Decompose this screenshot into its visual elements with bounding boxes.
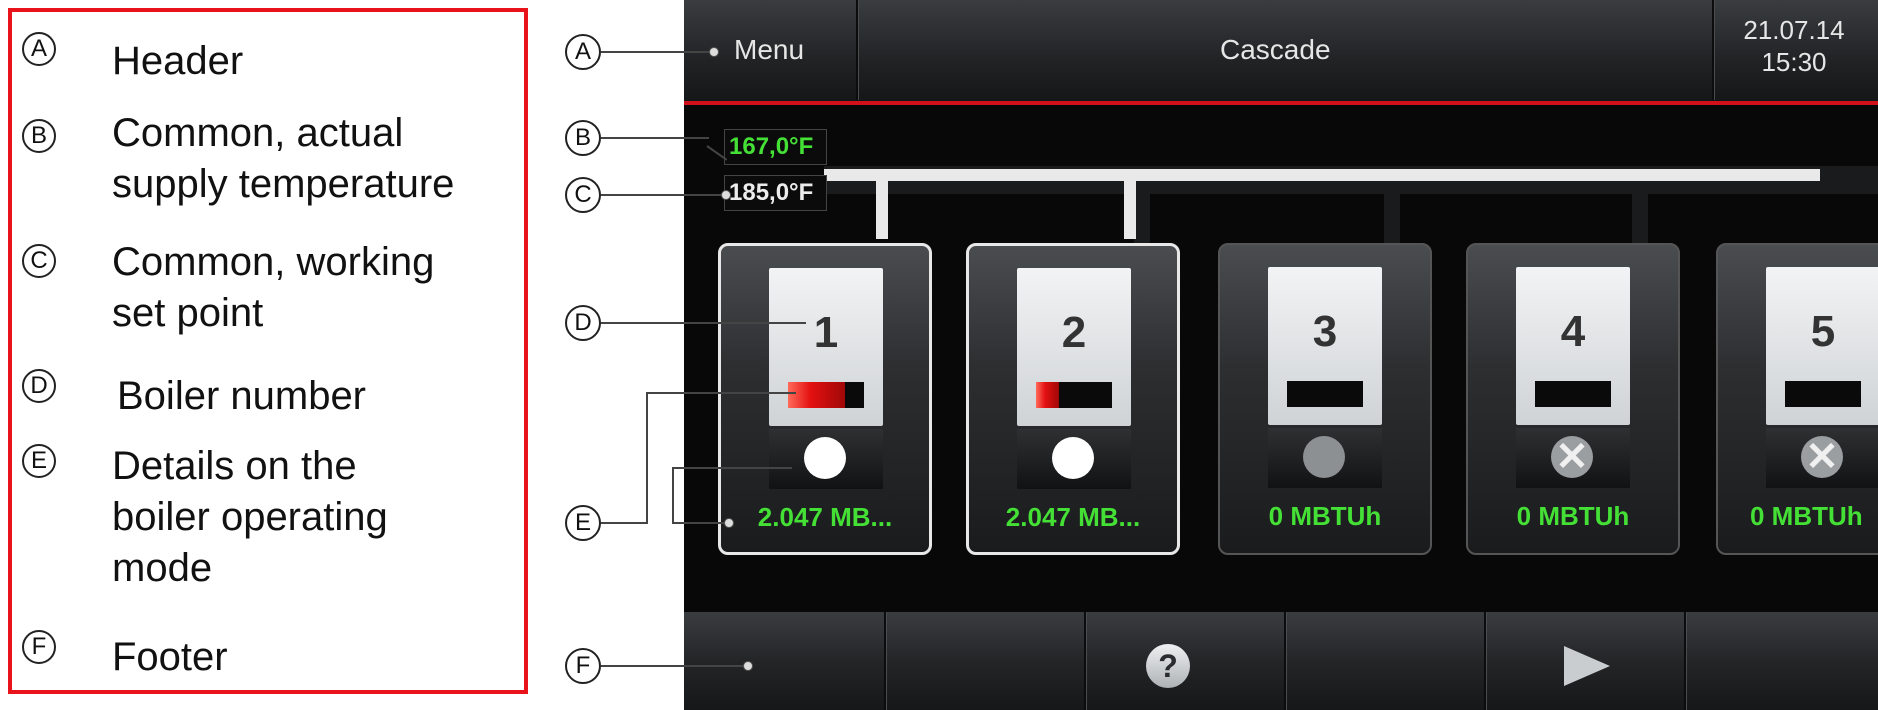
date-time[interactable]: 21.07.14 15:30 xyxy=(1734,14,1854,78)
boiler-power: 0 MBTUh xyxy=(1750,501,1863,531)
callout-leader-d xyxy=(601,322,806,324)
boiler-panel: 5 xyxy=(1766,267,1878,425)
page-title: Cascade xyxy=(1220,34,1331,65)
legend-text-footer: Footer xyxy=(112,635,228,679)
callout-leader-e xyxy=(646,392,648,524)
supply-pipe xyxy=(824,169,1820,181)
callout-b: B xyxy=(565,120,601,156)
callout-anchor-a xyxy=(709,47,719,57)
callout-leader-a xyxy=(601,51,713,53)
legend-marker-b: B xyxy=(22,119,56,153)
help-icon[interactable]: ? xyxy=(1146,644,1190,688)
boiler-power: 0 MBTUh xyxy=(1516,501,1630,531)
callout-leader-e xyxy=(672,467,674,522)
boiler-card-2[interactable]: 2 2.047 MB... xyxy=(966,243,1180,555)
flame-bar xyxy=(788,382,864,408)
working-set-point: 185,0°F xyxy=(724,175,827,211)
legend-text-boiler-number: Boiler number xyxy=(117,374,367,418)
footer-divider xyxy=(1684,612,1687,710)
boiler-power: 0 MBTUh xyxy=(1268,501,1382,531)
status-area xyxy=(1268,428,1382,488)
boiler-number: 3 xyxy=(1312,307,1338,356)
boiler-card-5[interactable]: 5 ✕ 0 MBTUh xyxy=(1716,243,1878,555)
boiler-number: 2 xyxy=(1061,308,1087,357)
footer-divider xyxy=(1284,612,1287,710)
status-area: ✕ xyxy=(1516,428,1630,488)
play-icon[interactable] xyxy=(1564,646,1610,686)
boiler-number: 5 xyxy=(1810,307,1836,356)
status-on-icon xyxy=(1052,437,1094,479)
disabled-x-icon: ✕ xyxy=(1801,436,1843,478)
status-area xyxy=(1017,429,1131,489)
callout-leader-c xyxy=(601,194,725,196)
boiler-power: 2.047 MB... xyxy=(1005,502,1141,532)
footer-divider xyxy=(884,612,887,710)
supply-pipe-riser xyxy=(876,169,888,239)
boiler-panel: 3 xyxy=(1268,267,1382,425)
flame-level xyxy=(1036,382,1059,408)
callout-a: A xyxy=(565,34,601,70)
header-bar: Menu Cascade 21.07.14 15:30 xyxy=(684,0,1878,103)
boiler-card-1[interactable]: 1 2.047 MB... xyxy=(718,243,932,555)
device-screen: Menu Cascade 21.07.14 15:30 167,0°F 185,… xyxy=(684,0,1878,710)
legend-text-set-point: Common, working set point xyxy=(112,240,435,335)
legend-marker-a: A xyxy=(22,32,56,66)
callout-anchor-e xyxy=(724,518,734,528)
legend-text-operating-mode: Details on the boiler operating mode xyxy=(112,444,388,590)
legend-marker-e: E xyxy=(22,444,56,478)
flame-bar xyxy=(1785,381,1861,407)
boiler-panel: 2 xyxy=(1017,268,1131,426)
callout-leader-b xyxy=(601,137,709,139)
legend-text-header: Header xyxy=(112,39,244,83)
legend-box: A Header B Common, actual supply tempera… xyxy=(8,8,528,694)
callout-leader-f xyxy=(601,665,747,667)
boiler-power: 2.047 MB... xyxy=(757,502,893,532)
legend-marker-c: C xyxy=(22,244,56,278)
status-off-icon xyxy=(1303,436,1345,478)
header-accent-line xyxy=(684,101,1878,105)
flame-bar xyxy=(1535,381,1611,407)
callout-f: F xyxy=(565,648,601,684)
callout-d: D xyxy=(565,305,601,341)
footer-divider xyxy=(1084,612,1087,710)
flame-level xyxy=(788,382,845,408)
boiler-card-4[interactable]: 4 ✕ 0 MBTUh xyxy=(1466,243,1680,555)
actual-supply-temp: 167,0°F xyxy=(724,129,827,165)
callout-anchor-f xyxy=(743,661,753,671)
header-divider xyxy=(1712,0,1715,100)
callout-leader-e xyxy=(672,467,792,469)
callout-leader-e xyxy=(672,522,728,524)
header-divider xyxy=(856,0,859,100)
status-area xyxy=(769,429,883,489)
menu-button[interactable]: Menu xyxy=(734,34,804,66)
callout-leader-e xyxy=(601,522,647,524)
boiler-panel: 1 xyxy=(769,268,883,426)
flame-bar xyxy=(1036,382,1112,408)
status-area: ✕ xyxy=(1766,428,1878,488)
callout-c: C xyxy=(565,177,601,213)
boiler-number: 4 xyxy=(1560,307,1586,356)
footer-bar: ? xyxy=(684,612,1878,710)
flame-bar xyxy=(1287,381,1363,407)
legend-marker-d: D xyxy=(22,369,56,403)
callout-e: E xyxy=(565,505,601,541)
boiler-panel: 4 xyxy=(1516,267,1630,425)
boiler-number: 1 xyxy=(813,308,839,357)
disabled-x-icon: ✕ xyxy=(1551,436,1593,478)
footer-divider xyxy=(1484,612,1487,710)
supply-pipe-riser xyxy=(1124,169,1136,239)
status-on-icon xyxy=(804,437,846,479)
callout-anchor-c xyxy=(721,190,731,200)
callout-leader-e xyxy=(646,392,796,394)
boiler-card-3[interactable]: 3 0 MBTUh xyxy=(1218,243,1432,555)
legend-marker-f: F xyxy=(22,630,56,664)
legend-text-supply-temp: Common, actual supply temperature xyxy=(112,111,455,206)
